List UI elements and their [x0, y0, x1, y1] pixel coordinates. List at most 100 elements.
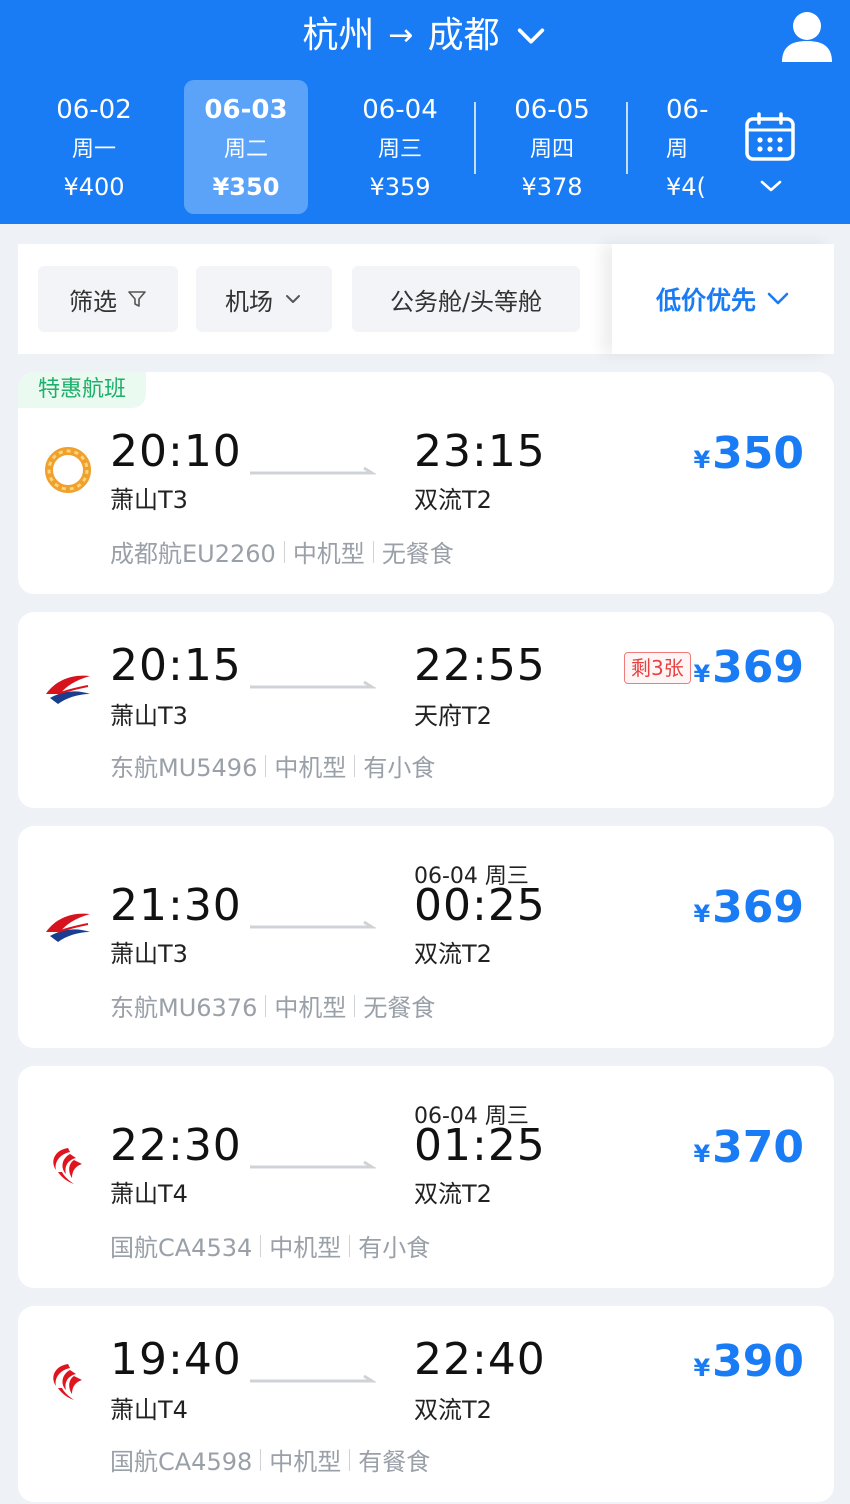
- flight-price: ¥369: [693, 882, 804, 933]
- airport-filter[interactable]: 机场: [196, 266, 332, 332]
- flight-price: ¥350: [693, 428, 804, 479]
- flight-card[interactable]: 06-04 周三 21:30 萧山T3 00:25 双流T2 ¥369 东航MU…: [18, 826, 834, 1048]
- special-flight-tag: 特惠航班: [18, 372, 147, 408]
- date-item[interactable]: 06-05 周四 ¥378: [490, 80, 614, 214]
- divider: [260, 1448, 262, 1471]
- departure-time: 20:10: [110, 426, 242, 477]
- cabin-filter[interactable]: 公务舱/头等舱: [352, 266, 580, 332]
- weekday-label: 周: [666, 137, 689, 162]
- flight-price: ¥369: [693, 642, 804, 693]
- seats-remaining-badge: 剩3张: [624, 652, 691, 684]
- chevron-down-icon: [517, 28, 544, 44]
- flight-line-icon: [250, 466, 376, 475]
- departure-time: 22:30: [110, 1120, 242, 1171]
- meal-info: 有餐食: [358, 1448, 431, 1476]
- arrival-time: 23:15: [414, 426, 546, 477]
- price-value: 370: [712, 1122, 804, 1173]
- china-eastern-logo-icon: [46, 675, 90, 704]
- price-value: 390: [712, 1336, 804, 1387]
- flight-card[interactable]: 20:15 萧山T3 22:55 天府T2 剩3张 ¥369 东航MU5496 …: [18, 612, 834, 808]
- date-item-selected[interactable]: 06-03 周二 ¥350: [184, 80, 308, 214]
- route-selector[interactable]: 杭州 → 成都: [0, 10, 850, 62]
- date-item[interactable]: 06-02 周一 ¥400: [32, 80, 156, 214]
- date-price: ¥400: [63, 173, 125, 201]
- funnel-icon: [128, 291, 146, 307]
- departure-airport: 萧山T3: [110, 486, 188, 514]
- departure-time: 20:15: [110, 640, 242, 691]
- sort-dropdown[interactable]: 低价优先: [612, 244, 834, 354]
- date-strip: 06-02 周一 ¥400 06-03 周二 ¥350 06-04 周三 ¥35…: [18, 80, 718, 214]
- divider: [349, 1448, 351, 1471]
- meal-info: 有小食: [363, 754, 436, 782]
- meal-info: 有小食: [358, 1234, 431, 1262]
- divider: [474, 102, 476, 174]
- arrival-time: 01:25: [414, 1120, 546, 1171]
- aircraft-type: 中机型: [269, 1234, 342, 1262]
- header: 杭州 → 成都 06-02 周一 ¥400 06-03 周二 ¥350 06-0…: [0, 0, 850, 224]
- date-price: ¥378: [521, 173, 583, 201]
- flight-line-icon: [250, 680, 376, 689]
- arrival-time: 22:55: [414, 640, 546, 691]
- price-value: 369: [712, 642, 804, 693]
- date-price: ¥350: [212, 173, 280, 201]
- departure-time: 19:40: [110, 1334, 242, 1385]
- meal-info: 无餐食: [381, 540, 454, 568]
- chengdu-airlines-logo-icon: [45, 447, 91, 493]
- flight-meta: 国航CA4598 中机型 有餐食: [110, 1442, 430, 1477]
- flight-price: ¥370: [693, 1122, 804, 1173]
- departure-airport: 萧山T4: [110, 1396, 188, 1424]
- date-item[interactable]: 06- 周 ¥4(: [646, 80, 708, 214]
- arrival-time: 00:25: [414, 880, 546, 931]
- divider: [372, 540, 374, 563]
- aircraft-type: 中机型: [274, 754, 347, 782]
- date-item[interactable]: 06-04 周三 ¥359: [338, 80, 462, 214]
- chevron-down-icon[interactable]: [758, 176, 784, 196]
- currency-symbol: ¥: [693, 1354, 711, 1382]
- weekday-label: 周二: [223, 137, 268, 162]
- weekday-label: 周一: [71, 137, 116, 162]
- divider: [283, 540, 285, 563]
- date-label: 06-05: [514, 95, 590, 125]
- aircraft-type: 中机型: [274, 994, 347, 1022]
- date-label: 06-: [666, 95, 708, 125]
- departure-time: 21:30: [110, 880, 242, 931]
- date-price: ¥359: [369, 173, 431, 201]
- aircraft-type: 中机型: [292, 540, 365, 568]
- origin-city: 杭州: [302, 15, 375, 56]
- arrival-airport: 双流T2: [414, 940, 492, 968]
- date-price: ¥4(: [666, 173, 706, 201]
- price-value: 350: [712, 428, 804, 479]
- flight-meta: 成都航EU2260 中机型 无餐食: [110, 534, 454, 569]
- flight-line-icon: [250, 1160, 376, 1169]
- flight-number: 国航CA4534: [110, 1234, 253, 1262]
- user-icon[interactable]: [778, 8, 836, 64]
- arrival-airport: 双流T2: [414, 1180, 492, 1208]
- divider: [260, 1234, 262, 1257]
- divider: [265, 754, 267, 777]
- calendar-icon[interactable]: [744, 112, 796, 162]
- flight-number: 成都航EU2260: [110, 540, 276, 568]
- currency-symbol: ¥: [693, 900, 711, 928]
- chevron-down-icon: [286, 295, 300, 303]
- date-label: 06-04: [362, 95, 438, 125]
- divider: [265, 994, 267, 1017]
- currency-symbol: ¥: [693, 446, 711, 474]
- air-china-logo-icon: [53, 1364, 82, 1400]
- flight-card[interactable]: 特惠航班 20:10 萧山T3 23:15 双流T2 ¥350 成都航EU226…: [18, 372, 834, 594]
- airport-label: 机场: [225, 287, 273, 316]
- filter-button[interactable]: 筛选: [38, 266, 178, 332]
- arrival-airport: 天府T2: [414, 702, 492, 730]
- flight-card[interactable]: 19:40 萧山T4 22:40 双流T2 ¥390 国航CA4598 中机型 …: [18, 1306, 834, 1502]
- sort-label: 低价优先: [655, 286, 756, 315]
- weekday-label: 周四: [529, 137, 574, 162]
- route-arrow: →: [388, 18, 414, 53]
- filter-bar: 筛选 机场 公务舱/头等舱 低价优先: [18, 244, 834, 354]
- flight-number: 国航CA4598: [110, 1448, 253, 1476]
- departure-airport: 萧山T3: [110, 940, 188, 968]
- divider: [354, 754, 356, 777]
- divider: [349, 1234, 351, 1257]
- filter-label: 筛选: [69, 287, 117, 316]
- currency-symbol: ¥: [693, 1140, 711, 1168]
- flight-card[interactable]: 06-04 周三 22:30 萧山T4 01:25 双流T2 ¥370 国航CA…: [18, 1066, 834, 1288]
- flight-number: 东航MU6376: [110, 994, 258, 1022]
